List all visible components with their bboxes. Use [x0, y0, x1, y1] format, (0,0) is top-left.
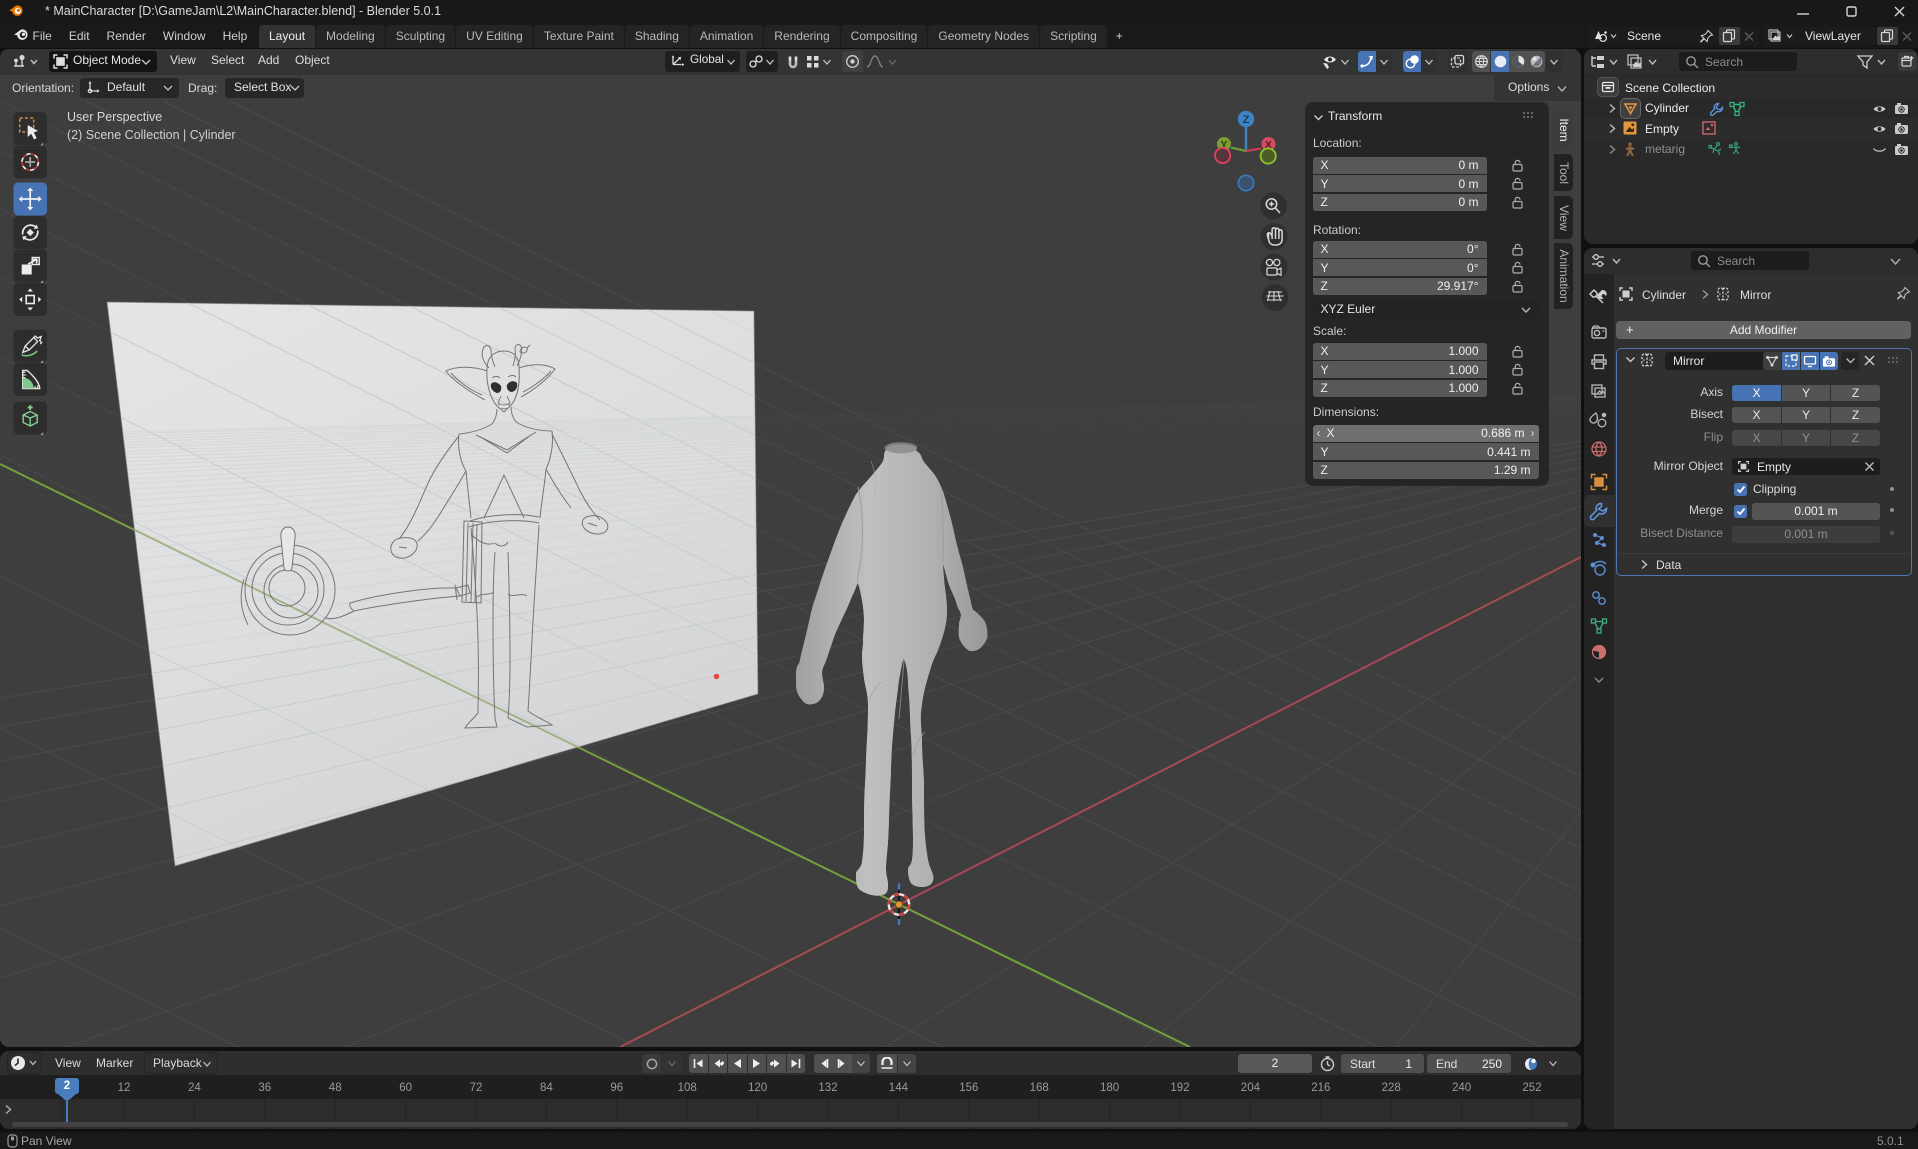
svg-text:72: 72 [470, 1082, 483, 1094]
svg-text:204: 204 [1241, 1082, 1261, 1094]
svg-text:(2) Scene Collection | Cylinde: (2) Scene Collection | Cylinder [67, 128, 236, 142]
svg-text:96: 96 [610, 1082, 623, 1094]
svg-text:Z: Z [1243, 114, 1250, 126]
svg-text:48: 48 [329, 1082, 342, 1094]
svg-text:168: 168 [1030, 1082, 1049, 1094]
svg-text:132: 132 [818, 1082, 837, 1094]
svg-text:108: 108 [678, 1082, 697, 1094]
svg-text:216: 216 [1311, 1082, 1330, 1094]
svg-text:144: 144 [889, 1082, 909, 1094]
svg-text:180: 180 [1100, 1082, 1119, 1094]
svg-text:12: 12 [118, 1082, 131, 1094]
svg-text:24: 24 [188, 1082, 201, 1094]
svg-text:240: 240 [1452, 1082, 1471, 1094]
svg-text:228: 228 [1382, 1082, 1401, 1094]
svg-text:84: 84 [540, 1082, 553, 1094]
svg-text:36: 36 [258, 1082, 271, 1094]
svg-text:60: 60 [399, 1082, 412, 1094]
svg-text:120: 120 [748, 1082, 767, 1094]
svg-text:252: 252 [1522, 1082, 1541, 1094]
svg-text:156: 156 [959, 1082, 978, 1094]
svg-text:192: 192 [1170, 1082, 1189, 1094]
svg-text:User Perspective: User Perspective [67, 110, 162, 124]
